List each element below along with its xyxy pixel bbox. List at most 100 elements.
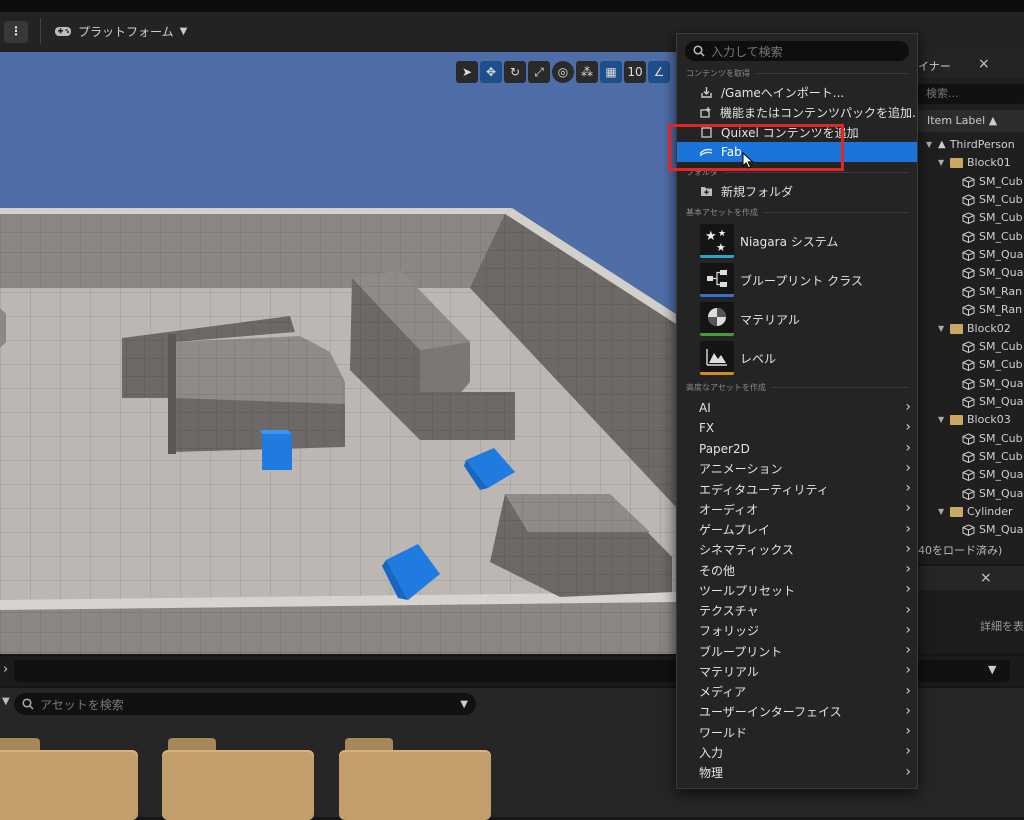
chevron-right-icon: ›: [905, 520, 911, 537]
submenu-label: AI: [699, 401, 711, 415]
submenu-item[interactable]: フォリッジ ›: [677, 621, 917, 641]
select-mode-button[interactable]: ➤: [456, 61, 478, 83]
folder-icon[interactable]: [339, 738, 491, 820]
niagara-icon: ★ ★ ★: [700, 224, 734, 258]
outliner-level-row[interactable]: ▼ ▲ ThirdPerson: [926, 136, 1015, 154]
submenu-item[interactable]: テクスチャ ›: [677, 601, 917, 621]
static-mesh-icon: [962, 286, 975, 298]
platforms-dropdown[interactable]: プラットフォーム ▼: [54, 21, 187, 41]
asset-search-placeholder: アセットを検索: [40, 697, 124, 712]
submenu-item[interactable]: AI ›: [677, 398, 917, 418]
grid-size-value[interactable]: 10: [624, 61, 646, 83]
menu-item-add-feature-pack[interactable]: 機能またはコンテンツパックを追加...: [677, 102, 917, 122]
chevron-right-icon: ›: [905, 763, 911, 780]
submenu-item[interactable]: ツールプリセット ›: [677, 580, 917, 600]
outliner-actor-row[interactable]: SM_Qua: [962, 264, 1023, 282]
surface-snap-button[interactable]: ⁂: [576, 61, 598, 83]
grid-snap-button[interactable]: ▦: [600, 61, 622, 83]
chevron-down-icon[interactable]: ▼: [938, 154, 946, 172]
outliner-row-label: SM_Cub: [979, 229, 1023, 243]
outliner-folder-row[interactable]: ▼ Block03: [938, 411, 1011, 429]
static-mesh-icon: [962, 524, 975, 537]
details-hint: 詳細を表示: [980, 620, 1024, 633]
rotation-snap-button[interactable]: ∠: [648, 61, 670, 83]
outliner-actor-row[interactable]: SM_Cub: [962, 448, 1023, 466]
submenu-item[interactable]: ブループリント ›: [677, 641, 917, 661]
details-tab[interactable]: ×: [918, 566, 1024, 590]
submenu-item[interactable]: シネマティックス ›: [677, 540, 917, 560]
menu-item-blueprint-class[interactable]: ブループリント クラス: [677, 261, 917, 299]
outliner-actor-row[interactable]: SM_Qua: [962, 521, 1023, 539]
chevron-down-icon[interactable]: ▼: [2, 696, 10, 707]
asset-search-input[interactable]: アセットを検索 ▼: [14, 693, 476, 715]
outliner-actor-row[interactable]: SM_Cub: [962, 356, 1023, 374]
world-local-button[interactable]: ◎: [552, 61, 574, 83]
chevron-down-icon[interactable]: ▼: [926, 136, 934, 154]
menu-item-level[interactable]: レベル: [677, 339, 917, 377]
outliner-row-label: Block03: [967, 413, 1011, 427]
menu-item-import[interactable]: /Gameへインポート...: [677, 82, 917, 102]
folder-icon[interactable]: [0, 738, 138, 820]
translate-mode-button[interactable]: ✥: [480, 61, 502, 83]
rotate-mode-button[interactable]: ↻: [504, 61, 526, 83]
chevron-down-icon[interactable]: ▼: [988, 663, 996, 676]
submenu-item[interactable]: その他 ›: [677, 560, 917, 580]
submenu-item[interactable]: オーディオ ›: [677, 499, 917, 519]
chevron-down-icon[interactable]: ▼: [938, 503, 946, 521]
outliner-folder-row[interactable]: ▼ Cylinder: [938, 503, 1013, 521]
chevron-down-icon[interactable]: ▼: [938, 320, 946, 338]
submenu-item[interactable]: ワールド ›: [677, 722, 917, 742]
outliner-actor-row[interactable]: SM_Cub: [962, 430, 1023, 448]
outliner-search-input[interactable]: 検索...: [918, 84, 1024, 104]
menu-item-new-folder[interactable]: 新規フォルダ: [677, 181, 917, 201]
submenu-item[interactable]: 入力 ›: [677, 742, 917, 762]
menu-search-input[interactable]: 入力して検索: [685, 41, 909, 61]
submenu-item[interactable]: FX ›: [677, 418, 917, 438]
close-icon[interactable]: ×: [978, 56, 990, 72]
import-icon: [699, 85, 713, 99]
submenu-item[interactable]: ゲームプレイ ›: [677, 520, 917, 540]
outliner-actor-row[interactable]: SM_Cub: [962, 191, 1023, 209]
outliner-actor-row[interactable]: SM_Ran: [962, 301, 1022, 319]
outliner-actor-row[interactable]: SM_Ran: [962, 283, 1022, 301]
submenu-item[interactable]: Paper2D ›: [677, 439, 917, 459]
submenu-item[interactable]: マテリアル ›: [677, 661, 917, 681]
outliner-actor-row[interactable]: SM_Qua: [962, 466, 1023, 484]
outliner-actor-row[interactable]: SM_Qua: [962, 393, 1023, 411]
blueprint-icon: [700, 263, 734, 297]
outliner-actor-row[interactable]: SM_Cub: [962, 209, 1023, 227]
submenu-item[interactable]: メディア ›: [677, 682, 917, 702]
menu-item-niagara-system[interactable]: ★ ★ ★ Niagara システム: [677, 222, 917, 260]
scale-mode-button[interactable]: ⤢: [528, 61, 550, 83]
outliner-row-label: SM_Cub: [979, 339, 1023, 353]
outliner-actor-row[interactable]: SM_Cub: [962, 338, 1023, 356]
chevron-right-icon: ›: [905, 480, 911, 496]
toolbar-options-button[interactable]: ⋮: [4, 21, 28, 43]
submenu-item[interactable]: 物理 ›: [677, 763, 917, 783]
outliner-folder-row[interactable]: ▼ Block01: [938, 154, 1011, 172]
menu-item-material[interactable]: マテリアル: [677, 300, 917, 338]
level-viewport[interactable]: ➤ ✥ ↻ ⤢ ◎ ⁂ ▦ 10 ∠: [0, 52, 676, 654]
outliner-actor-row[interactable]: SM_Qua: [962, 485, 1023, 503]
outliner-actor-row[interactable]: SM_Cub: [962, 228, 1023, 246]
outliner-actor-row[interactable]: SM_Qua: [962, 375, 1023, 393]
outliner-folder-row[interactable]: ▼ Block02: [938, 320, 1011, 338]
svg-text:★: ★: [705, 229, 717, 244]
blue-cube: [260, 430, 292, 470]
submenu-item[interactable]: ユーザーインターフェイス ›: [677, 702, 917, 722]
close-icon[interactable]: ×: [980, 570, 992, 586]
chevron-right-icon[interactable]: ›: [3, 662, 8, 677]
submenu-item[interactable]: エディタユーティリティ ›: [677, 479, 917, 499]
item-label-column-header[interactable]: Item Label ▲: [918, 110, 1024, 132]
asset-color-bar: [700, 372, 734, 375]
outliner-actor-row[interactable]: SM_Cub: [962, 173, 1023, 191]
chevron-down-icon[interactable]: ▼: [938, 411, 946, 429]
outliner-actor-row[interactable]: SM_Qua: [962, 246, 1023, 264]
folder-icon[interactable]: [162, 738, 314, 820]
submenu-item[interactable]: アニメーション ›: [677, 459, 917, 479]
outliner-tab[interactable]: イナー ×: [918, 52, 1024, 78]
section-advanced-assets: 高度なアセットを作成: [686, 382, 908, 393]
chevron-down-icon[interactable]: ▼: [460, 699, 468, 710]
static-mesh-icon: [962, 267, 975, 280]
static-mesh-icon: [962, 304, 975, 317]
